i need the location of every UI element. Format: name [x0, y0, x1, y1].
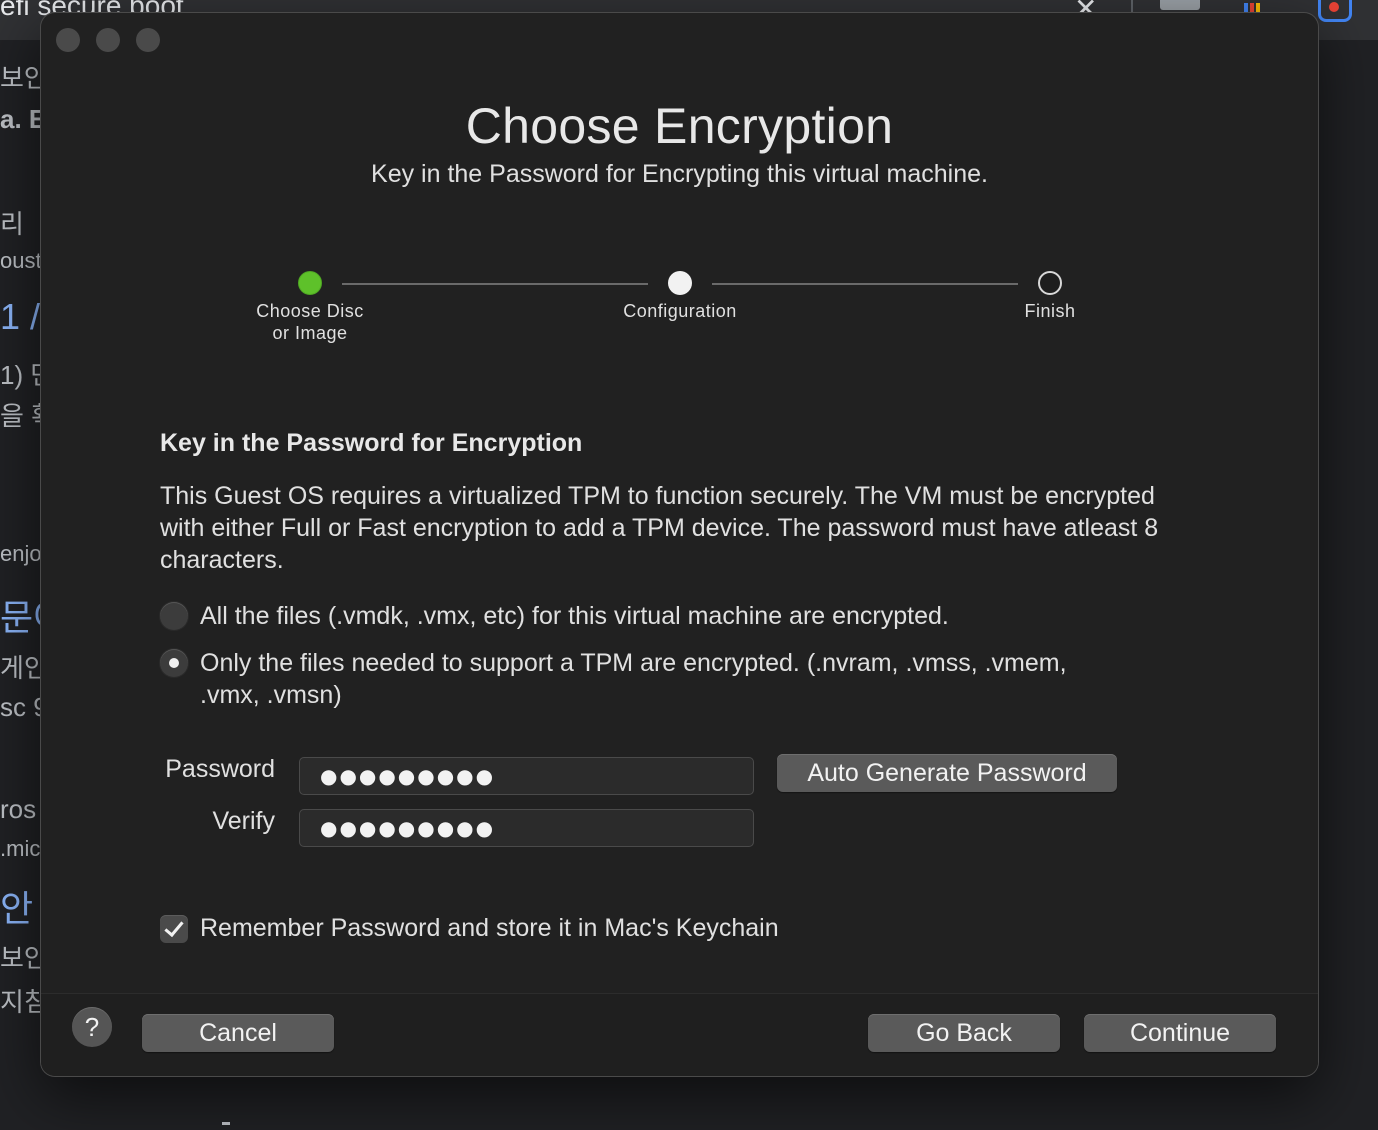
bg-text-line: .mic [0, 836, 41, 861]
radio-option-fast-encryption[interactable]: Only the files needed to support a TPM a… [160, 647, 1080, 711]
continue-button[interactable]: Continue [1084, 1014, 1276, 1052]
go-back-button[interactable]: Go Back [868, 1014, 1060, 1052]
auto-generate-password-button[interactable]: Auto Generate Password [777, 754, 1117, 792]
step-label-configuration: Configuration [623, 301, 737, 321]
verify-password-field[interactable]: ●●●●●●●●● [299, 809, 754, 847]
zoom-window-button[interactable] [136, 28, 160, 52]
radio-option-full-encryption[interactable]: All the files (.vmdk, .vmx, etc) for thi… [160, 600, 1080, 632]
section-heading: Key in the Password for Encryption [160, 429, 583, 457]
dialog-subtitle: Key in the Password for Encrypting this … [371, 160, 988, 188]
remember-password-option[interactable]: Remember Password and store it in Mac's … [160, 914, 779, 943]
bg-text-line: 리 [0, 209, 24, 239]
step-current-indicator [668, 271, 692, 295]
radio-label[interactable]: All the files (.vmdk, .vmx, etc) for thi… [200, 600, 1080, 632]
password-label: Password [165, 755, 275, 783]
radio-button[interactable] [160, 649, 188, 677]
radio-label[interactable]: Only the files needed to support a TPM a… [200, 647, 1080, 711]
microphone-icon[interactable] [1244, 0, 1264, 13]
step-connector [342, 283, 648, 285]
verify-label: Verify [212, 807, 275, 835]
step-connector [712, 283, 1018, 285]
bg-mark [222, 1122, 230, 1125]
lens-dot [1329, 2, 1339, 12]
help-button[interactable]: ? [72, 1007, 112, 1047]
cancel-button[interactable]: Cancel [142, 1014, 334, 1052]
step-complete-indicator [298, 271, 322, 295]
remember-password-checkbox[interactable] [160, 914, 188, 943]
step-label-finish: Finish [1024, 301, 1076, 321]
radio-button[interactable] [160, 602, 188, 630]
encryption-dialog: Choose Encryption Key in the Password fo… [41, 13, 1318, 1076]
keyboard-icon[interactable] [1160, 0, 1200, 10]
bg-text-line: enjo [0, 541, 42, 566]
step-pending-indicator [1038, 271, 1062, 295]
bg-text-line: oust [0, 248, 42, 273]
step-label-choose-disc: Choose Disc or Image [256, 301, 364, 343]
remember-password-label[interactable]: Remember Password and store it in Mac's … [200, 914, 779, 943]
minimize-window-button[interactable] [96, 28, 120, 52]
bg-link-line[interactable]: 안 [0, 880, 33, 932]
close-window-button[interactable] [56, 28, 80, 52]
section-description: This Guest OS requires a virtualized TPM… [160, 482, 1159, 574]
bg-text-line: ros [0, 794, 37, 824]
dialog-title: Choose Encryption [465, 98, 894, 154]
bg-link-line[interactable]: 1 / [0, 296, 40, 338]
bg-text-line: a. E [0, 104, 47, 134]
password-field[interactable]: ●●●●●●●●● [299, 757, 754, 795]
